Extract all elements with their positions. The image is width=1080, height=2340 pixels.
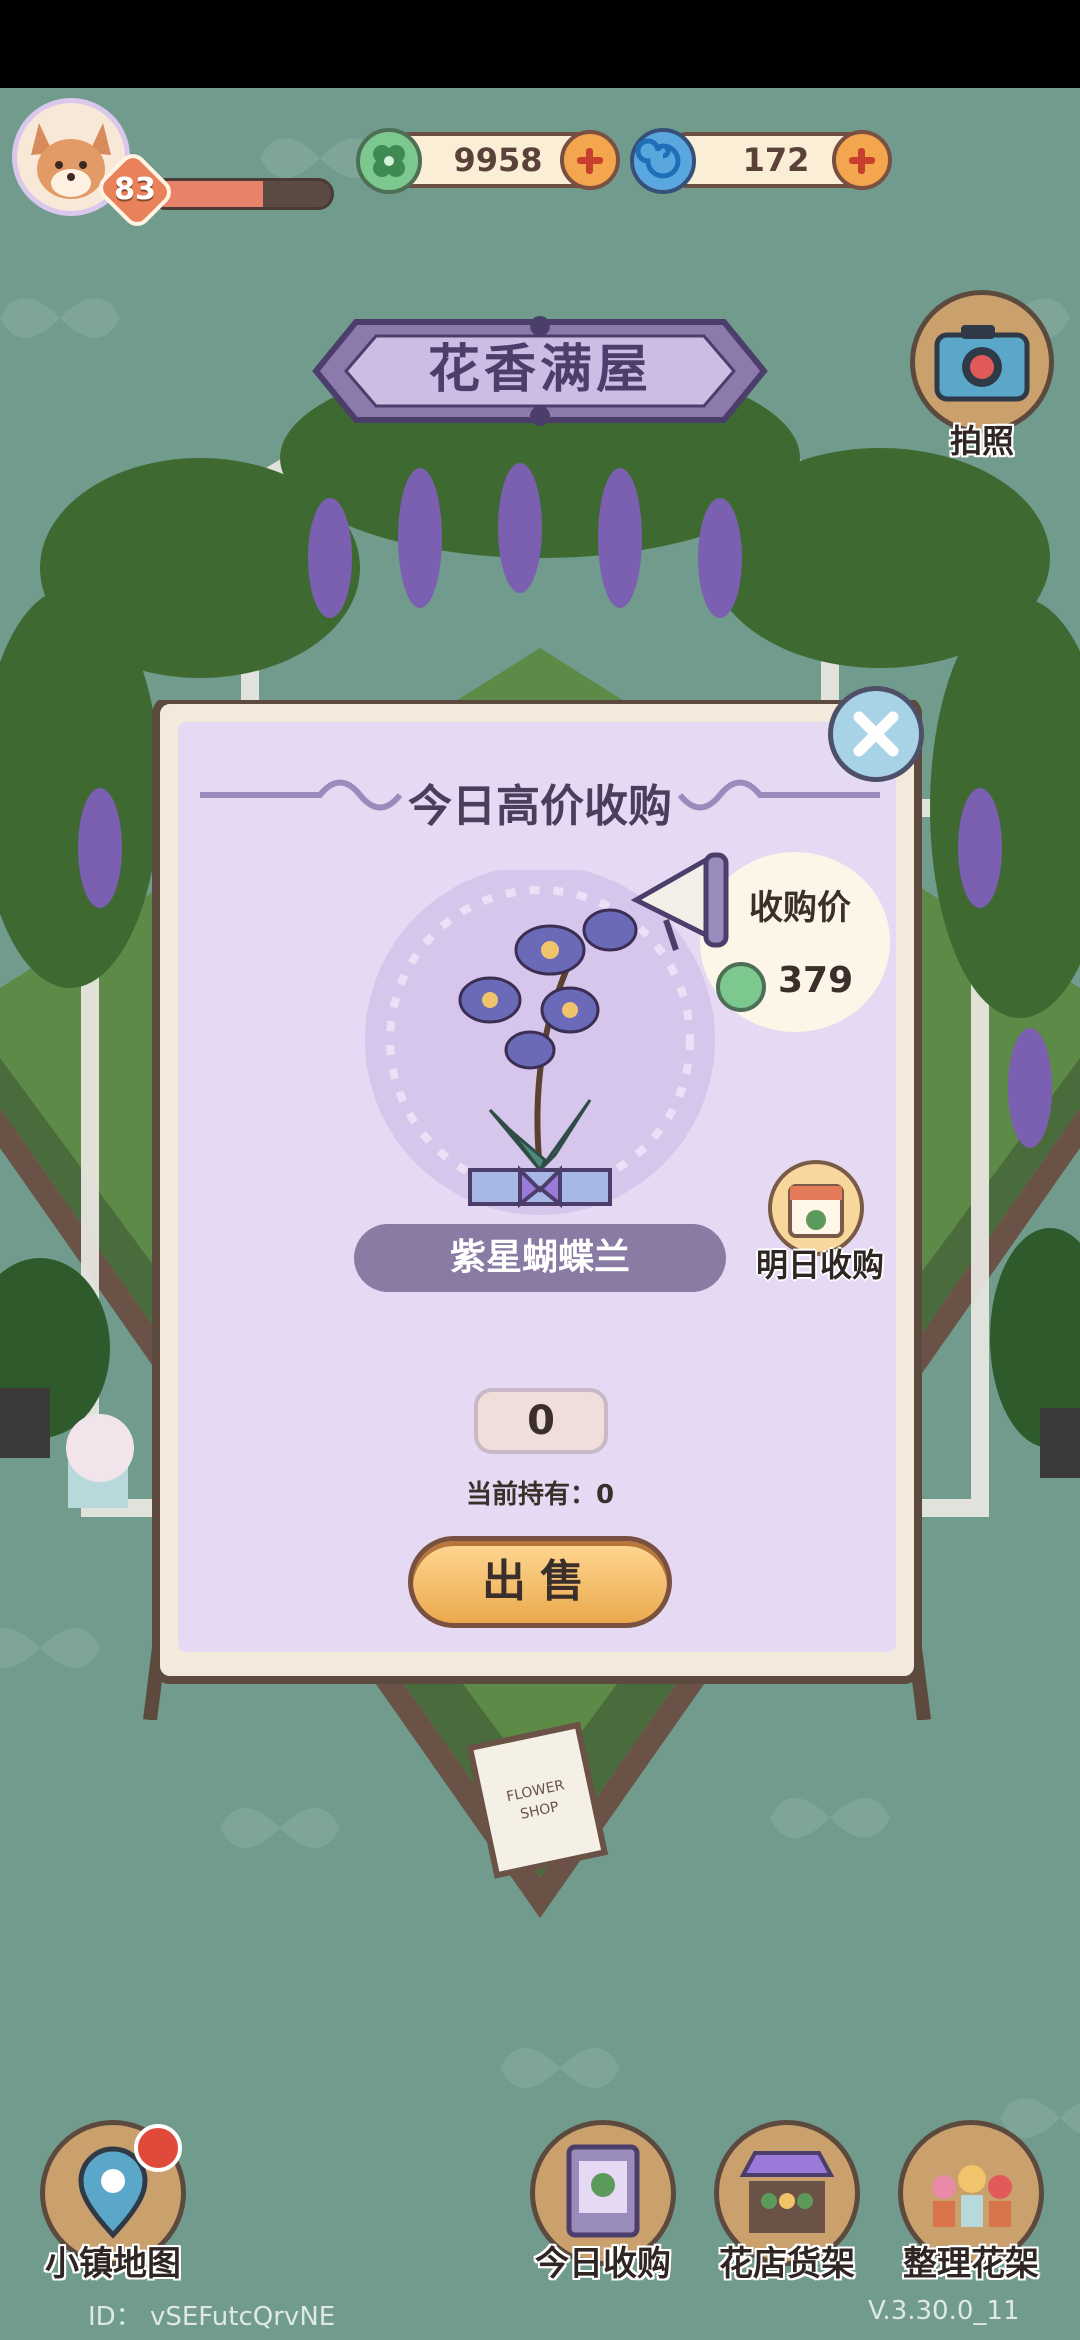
camera-icon <box>934 325 1030 402</box>
popup-title: 今日高价收购 <box>408 781 672 832</box>
calendar-icon <box>788 1184 844 1238</box>
notification-dot <box>134 2124 182 2172</box>
arrange-shelf-label: 整理花架 <box>903 2244 1039 2284</box>
clover-amount: 9958 <box>453 141 543 179</box>
add-clover-button[interactable] <box>560 130 620 190</box>
swirl-gem-icon <box>630 128 696 194</box>
close-icon <box>853 711 899 757</box>
clover-coin-icon <box>356 128 422 194</box>
today-purchase-label: 今日收购 <box>535 2244 671 2284</box>
player-level: 83 <box>114 172 156 207</box>
xp-progress-bar <box>150 178 334 210</box>
scene-title: 花香满屋 <box>427 340 652 400</box>
gem-amount: 172 <box>742 141 810 179</box>
player-id: ID： vSEFutcQrvNE <box>88 2302 336 2332</box>
close-button[interactable] <box>828 686 924 782</box>
sell-label: 出售 <box>482 1556 598 1607</box>
photo-button[interactable] <box>910 290 1054 434</box>
holding-count: 当前持有：0 <box>465 1480 615 1510</box>
status-bar <box>0 0 1080 88</box>
price-value: 379 <box>778 960 854 1001</box>
quantity-value: 0 <box>527 1398 555 1444</box>
shop-shelf-label: 花店货架 <box>719 2244 855 2284</box>
add-gem-button[interactable] <box>832 130 892 190</box>
photo-label: 拍照 <box>949 422 1014 460</box>
price-label: 收购价 <box>749 888 851 928</box>
town-map-label: 小镇地图 <box>45 2244 181 2284</box>
flower-name: 紫星蝴蝶兰 <box>449 1237 630 1278</box>
tomorrow-purchase-label: 明日收购 <box>755 1246 884 1284</box>
app-version: V.3.30.0_11 <box>868 2296 1020 2326</box>
price-coin-icon <box>716 962 766 1012</box>
